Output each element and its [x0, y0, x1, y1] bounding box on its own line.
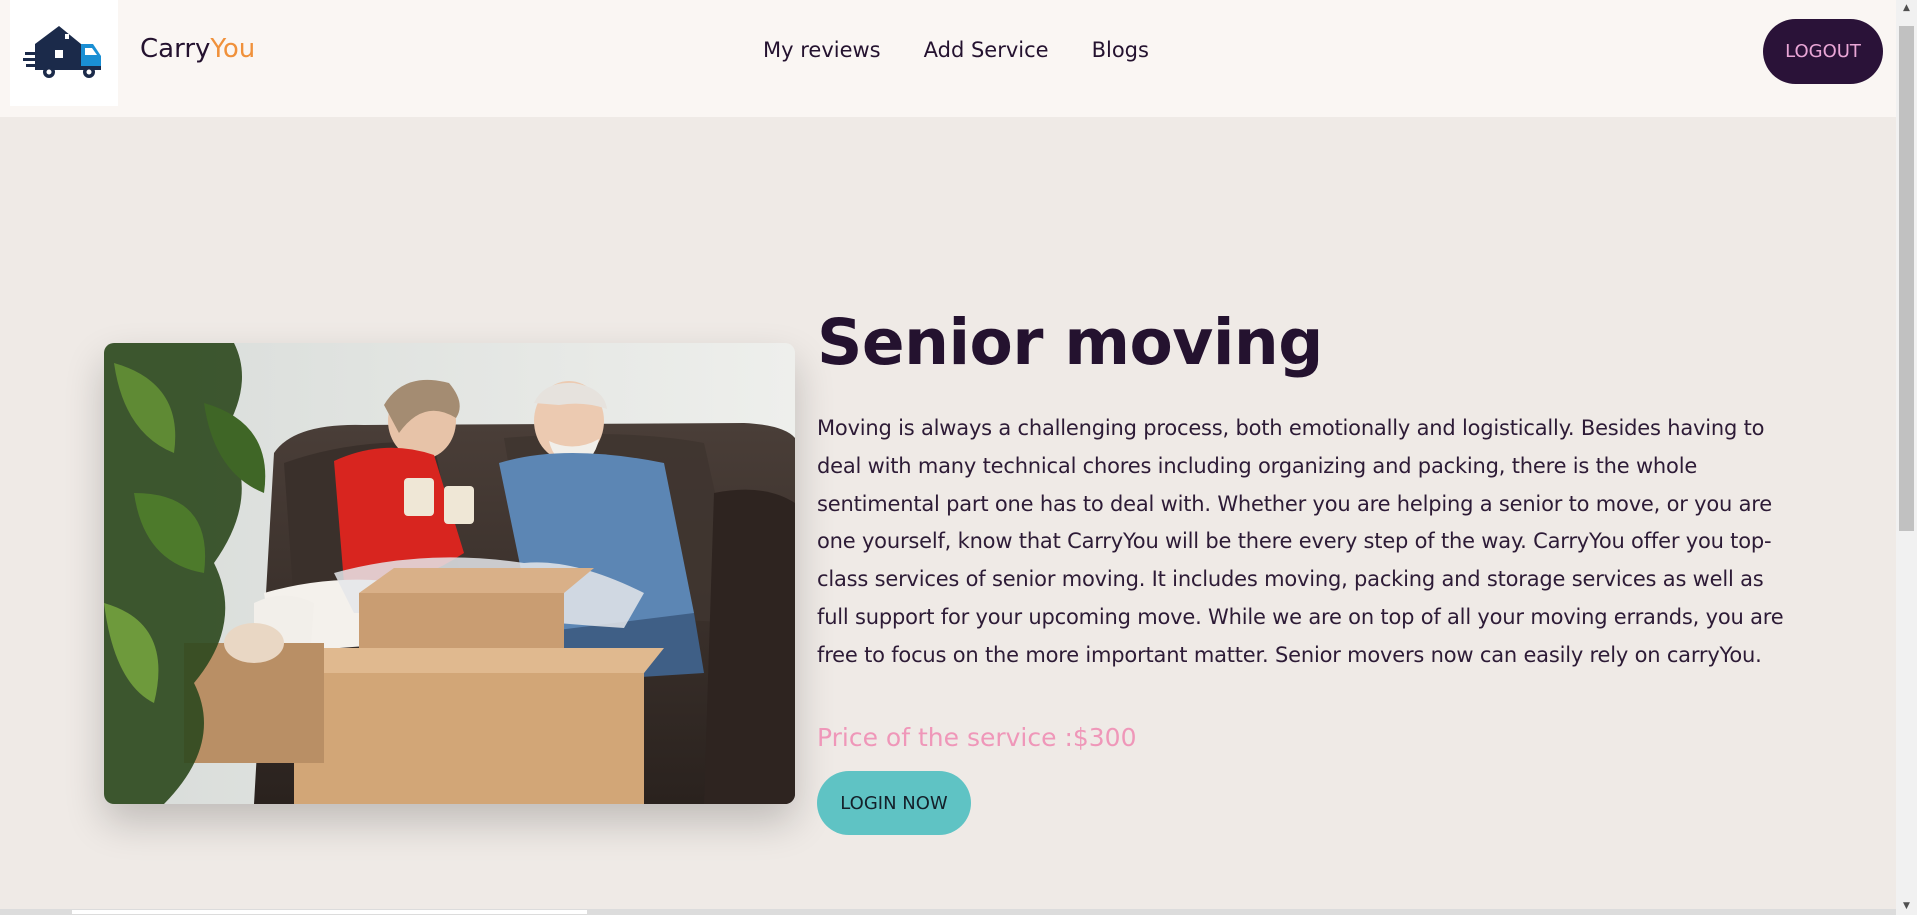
horizontal-scrollbar-thumb[interactable] — [72, 910, 587, 914]
logout-button[interactable]: LOGOUT — [1763, 19, 1883, 84]
moving-truck-icon — [23, 26, 101, 78]
senior-couple-photo — [104, 343, 795, 804]
brand-name-primary: Carry — [140, 34, 211, 64]
nav-blogs[interactable]: Blogs — [1092, 38, 1149, 62]
page: CarryYou My reviews Add Service Blogs LO… — [0, 0, 1896, 915]
login-now-button[interactable]: LOGIN NOW — [817, 771, 971, 835]
logo[interactable] — [10, 0, 118, 106]
service-description: Moving is always a challenging process, … — [817, 416, 1784, 667]
vertical-scrollbar[interactable]: ▲ ▼ — [1896, 0, 1917, 915]
horizontal-scrollbar[interactable] — [0, 909, 1896, 915]
service-title: Senior moving — [817, 306, 1323, 379]
nav-my-reviews[interactable]: My reviews — [763, 38, 881, 62]
navbar: CarryYou My reviews Add Service Blogs LO… — [0, 0, 1896, 117]
service-price: Price of the service :$300 — [817, 723, 1137, 752]
scroll-down-arrow-icon[interactable]: ▼ — [1896, 898, 1917, 915]
brand-name-accent: You — [210, 34, 256, 64]
nav-add-service[interactable]: Add Service — [924, 38, 1049, 62]
brand-name[interactable]: CarryYou — [140, 34, 255, 64]
vertical-scrollbar-thumb[interactable] — [1899, 26, 1914, 531]
main-nav: My reviews Add Service Blogs — [763, 38, 1149, 62]
scroll-up-arrow-icon[interactable]: ▲ — [1896, 0, 1917, 17]
service-image — [104, 343, 795, 804]
